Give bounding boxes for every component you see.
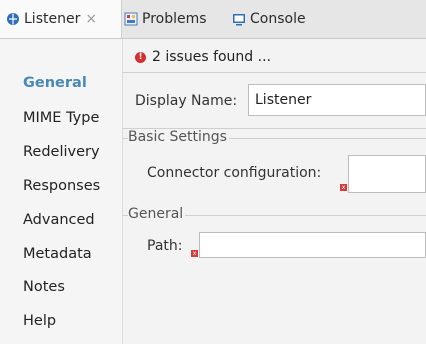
globe-icon — [6, 12, 20, 26]
sidebar-item-responses[interactable]: Responses — [23, 178, 100, 194]
basic-settings-title: Basic Settings — [128, 129, 229, 145]
properties-sidebar: General MIME Type Redelivery Responses A… — [0, 39, 123, 344]
close-icon[interactable]: × — [85, 11, 97, 27]
error-marker-icon: x — [340, 184, 347, 191]
tab-listener[interactable]: Listener × — [0, 0, 122, 38]
display-name-value: Listener — [255, 92, 312, 108]
console-icon — [232, 12, 246, 26]
problems-icon — [124, 12, 138, 26]
sidebar-item-redelivery[interactable]: Redelivery — [23, 144, 100, 160]
properties-panel: ! 2 issues found ... Display Name: Liste… — [123, 39, 426, 344]
display-name-input[interactable]: Listener — [248, 84, 426, 116]
tab-listener-label: Listener — [24, 11, 81, 27]
general-group-title: General — [128, 206, 186, 222]
connector-configuration-label: Connector configuration: — [147, 165, 322, 181]
sidebar-item-help[interactable]: Help — [23, 313, 56, 329]
tab-problems-label: Problems — [142, 11, 207, 27]
sidebar-item-notes[interactable]: Notes — [23, 279, 65, 295]
divider — [123, 72, 426, 73]
tab-problems[interactable]: Problems — [124, 0, 207, 38]
issues-text: 2 issues found ... — [152, 49, 271, 65]
error-icon: ! — [135, 51, 146, 63]
tab-console[interactable]: Console — [232, 0, 306, 38]
issues-banner[interactable]: ! 2 issues found ... — [135, 49, 271, 65]
sidebar-item-mime-type[interactable]: MIME Type — [23, 110, 99, 126]
error-marker-icon: x — [191, 250, 198, 257]
sidebar-item-metadata[interactable]: Metadata — [23, 246, 92, 262]
editor-tab-bar: Listener × Problems Console — [0, 0, 426, 39]
tab-console-label: Console — [250, 11, 306, 27]
sidebar-item-advanced[interactable]: Advanced — [23, 212, 95, 228]
connector-configuration-input[interactable] — [348, 155, 426, 193]
display-name-label: Display Name: — [135, 93, 238, 109]
sidebar-item-general[interactable]: General — [23, 75, 87, 91]
path-input[interactable] — [199, 232, 426, 258]
path-label: Path: — [147, 238, 183, 254]
